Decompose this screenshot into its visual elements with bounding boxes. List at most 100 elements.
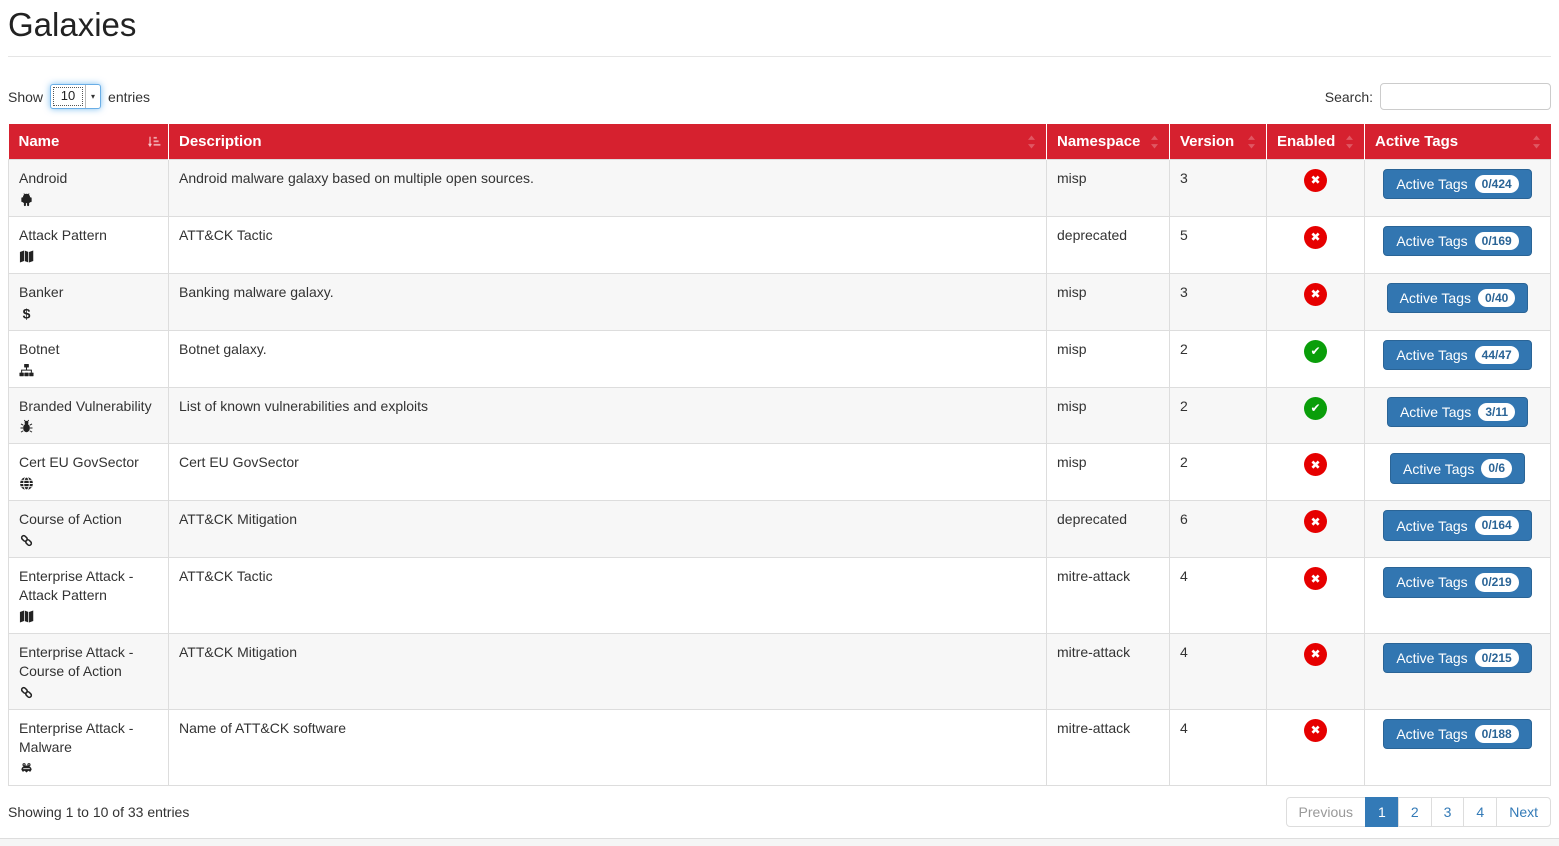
galaxy-namespace: mitre-attack — [1047, 634, 1170, 710]
active-tags-button[interactable]: Active Tags 0/169 — [1383, 226, 1531, 256]
galaxy-description: ATT&CK Mitigation — [169, 501, 1047, 558]
entries-label: entries — [108, 89, 150, 105]
map-icon — [19, 609, 34, 624]
disabled-cross-icon: ✖ — [1304, 719, 1327, 742]
galaxy-version: 2 — [1170, 444, 1267, 501]
active-tags-button[interactable]: Active Tags0/424 — [1383, 169, 1531, 199]
table-row: Enterprise Attack - Course of ActionATT&… — [9, 634, 1551, 710]
active-tags-button[interactable]: Active Tags0/164 — [1383, 510, 1531, 540]
galaxy-enabled-cell: ✖ — [1267, 160, 1365, 217]
active-tags-button[interactable]: Active Tags 0/40 — [1387, 283, 1529, 313]
galaxy-description: ATT&CK Tactic — [169, 558, 1047, 634]
active-tags-button[interactable]: Active Tags3/11 — [1387, 397, 1528, 427]
active-tags-count-badge: 0/188 — [1475, 725, 1519, 743]
page-footer-bar — [0, 838, 1559, 846]
table-row: Cert EU GovSectorCert EU GovSectormisp2✖… — [9, 444, 1551, 501]
chevron-down-icon: ▾ — [85, 85, 100, 108]
galaxy-name-cell: Botnet — [9, 330, 169, 387]
active-tags-label: Active Tags — [1396, 233, 1467, 249]
table-footer: Showing 1 to 10 of 33 entries Previous 1… — [8, 797, 1551, 827]
galaxy-name-cell: Banker — [9, 273, 169, 330]
galaxy-name: Course of Action — [19, 510, 158, 529]
table-row: Course of Action ATT&CK Mitigationdepreca… — [9, 501, 1551, 558]
active-tags-cell: Active Tags 0/40 — [1365, 273, 1551, 330]
table-row: BotnetBotnet galaxy.misp2✔Active Tags44/… — [9, 330, 1551, 387]
galaxy-name: Botnet — [19, 340, 158, 359]
pagination-page-3[interactable]: 3 — [1431, 797, 1465, 827]
column-header-active-tags[interactable]: Active Tags — [1365, 124, 1551, 160]
pagination-page-4[interactable]: 4 — [1463, 797, 1497, 827]
pagination-previous[interactable]: Previous — [1286, 797, 1366, 827]
column-header-version[interactable]: Version — [1170, 124, 1267, 160]
search-label: Search: — [1325, 89, 1373, 105]
active-tags-button[interactable]: Active Tags0/6 — [1390, 453, 1525, 483]
galaxy-enabled-cell: ✖ — [1267, 273, 1365, 330]
galaxy-description: Banking malware galaxy. — [169, 273, 1047, 330]
galaxy-name-cell: Enterprise Attack - Course of Action — [9, 634, 169, 710]
sort-asc-icon — [146, 134, 161, 149]
galaxy-enabled-cell: ✖ — [1267, 709, 1365, 785]
galaxy-name-cell: Branded Vulnerability — [9, 387, 169, 444]
pagination-next[interactable]: Next — [1496, 797, 1551, 827]
galaxy-version: 5 — [1170, 216, 1267, 273]
galaxy-name: Cert EU GovSector — [19, 453, 158, 472]
galaxy-name: Enterprise Attack - Malware — [19, 719, 158, 757]
galaxy-name-cell: Attack Pattern — [9, 216, 169, 273]
galaxy-namespace: misp — [1047, 330, 1170, 387]
galaxy-version: 3 — [1170, 273, 1267, 330]
galaxy-version: 4 — [1170, 558, 1267, 634]
active-tags-button[interactable]: Active Tags0/215 — [1383, 643, 1531, 673]
active-tags-label: Active Tags — [1396, 726, 1467, 742]
galaxy-version: 2 — [1170, 387, 1267, 444]
active-tags-button[interactable]: Active Tags0/219 — [1383, 567, 1531, 597]
active-tags-cell: Active Tags 0/188 — [1365, 709, 1551, 785]
column-header-name[interactable]: Name — [9, 124, 169, 160]
monster-icon — [19, 761, 34, 776]
galaxy-name-cell: Course of Action — [9, 501, 169, 558]
active-tags-cell: Active Tags0/215 — [1365, 634, 1551, 710]
galaxy-description: Cert EU GovSector — [169, 444, 1047, 501]
pagination-page-1[interactable]: 1 — [1365, 797, 1399, 827]
galaxy-enabled-cell: ✖ — [1267, 444, 1365, 501]
sort-icon — [1342, 134, 1357, 149]
galaxy-description: Name of ATT&CK software — [169, 709, 1047, 785]
disabled-cross-icon: ✖ — [1304, 453, 1327, 476]
active-tags-count-badge: 0/169 — [1475, 232, 1519, 250]
active-tags-label: Active Tags — [1400, 290, 1471, 306]
column-header-description[interactable]: Description — [169, 124, 1047, 160]
active-tags-button[interactable]: Active Tags 0/188 — [1383, 719, 1531, 749]
active-tags-label: Active Tags — [1396, 347, 1467, 363]
column-header-enabled[interactable]: Enabled — [1267, 124, 1365, 160]
galaxy-namespace: mitre-attack — [1047, 558, 1170, 634]
active-tags-cell: Active Tags0/219 — [1365, 558, 1551, 634]
galaxy-name-cell: Enterprise Attack - Attack Pattern — [9, 558, 169, 634]
show-label: Show — [8, 89, 43, 105]
galaxy-name-cell: Android — [9, 160, 169, 217]
chain-icon — [19, 533, 34, 548]
table-row: BankerBanking malware galaxy.misp3✖ Activ… — [9, 273, 1551, 330]
galaxy-namespace: deprecated — [1047, 501, 1170, 558]
enabled-check-icon: ✔ — [1304, 397, 1327, 420]
galaxy-version: 3 — [1170, 160, 1267, 217]
search-control: Search: — [1325, 83, 1551, 110]
bug-icon — [19, 419, 34, 434]
galaxy-name-cell: Cert EU GovSector — [9, 444, 169, 501]
table-body: AndroidAndroid malware galaxy based on m… — [9, 160, 1551, 786]
page-length-select[interactable]: 10 ▾ — [50, 84, 101, 109]
column-header-namespace[interactable]: Namespace — [1047, 124, 1170, 160]
active-tags-cell: Active Tags0/164 — [1365, 501, 1551, 558]
table-row: Branded VulnerabilityList of known vulne… — [9, 387, 1551, 444]
search-input[interactable] — [1380, 83, 1551, 110]
galaxy-name: Android — [19, 169, 158, 188]
active-tags-count-badge: 0/40 — [1478, 289, 1515, 307]
active-tags-label: Active Tags — [1396, 650, 1467, 666]
galaxy-name: Enterprise Attack - Attack Pattern — [19, 567, 158, 605]
sort-icon — [1529, 134, 1544, 149]
android-icon — [19, 192, 34, 207]
galaxy-description: ATT&CK Mitigation — [169, 634, 1047, 710]
galaxy-namespace: misp — [1047, 273, 1170, 330]
pagination-page-2[interactable]: 2 — [1398, 797, 1432, 827]
galaxy-enabled-cell: ✖ — [1267, 558, 1365, 634]
active-tags-button[interactable]: Active Tags44/47 — [1383, 340, 1531, 370]
active-tags-count-badge: 0/424 — [1475, 175, 1519, 193]
